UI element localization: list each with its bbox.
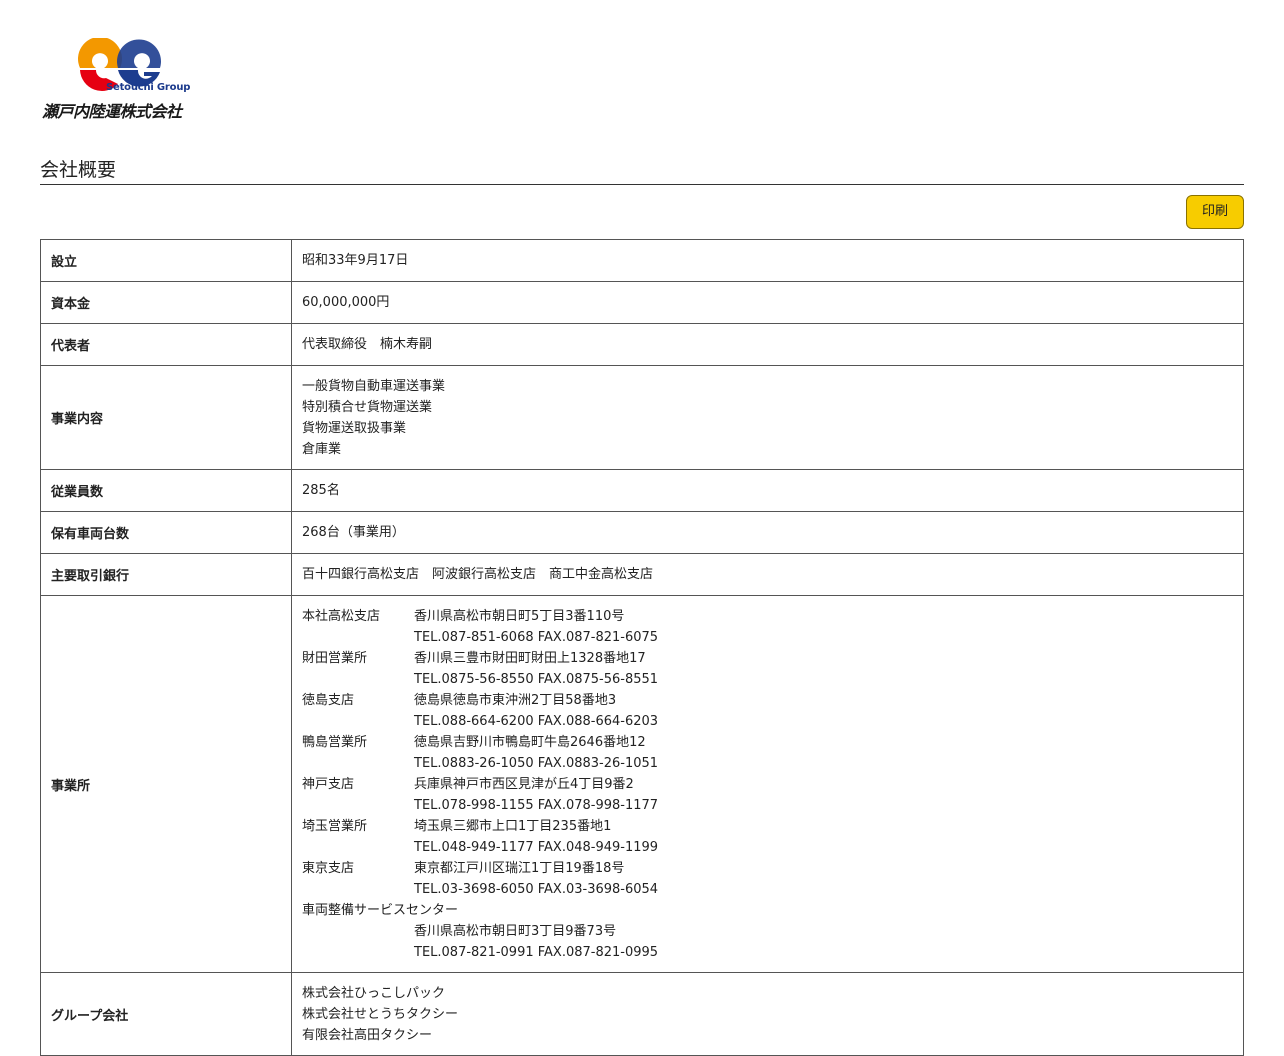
list-item: 倉庫業 [302,442,342,457]
office-item: 神戸支店 兵庫県神戸市西区見津が丘4丁目9番2 TEL.078-998-1155 … [302,774,1233,816]
office-name: 鴨島営業所 [302,735,368,750]
office-address: 兵庫県神戸市西区見津が丘4丁目9番2 [414,777,634,792]
office-tel: TEL.088-664-6200 FAX.088-664-6203 [414,714,659,729]
table-row-business: 事業内容 一般貨物自動車運送事業 特別積合せ貨物運送業 貨物運送取扱事業 倉庫業 [40,365,1244,470]
office-address: 徳島県徳島市東沖洲2丁目58番地3 [414,693,617,708]
office-tel: TEL.03-3698-6050 FAX.03-3698-6054 [414,882,659,897]
row-label: 設立 [40,239,292,282]
company-info-table: 設立 昭和33年9月17日 資本金 60,000,000円 代表者 代表取締役 … [40,239,1244,1056]
office-address: 香川県三豊市財田町財田上1328番地17 [414,651,646,666]
office-name: 車両整備サービスセンター [302,903,459,918]
office-tel: TEL.087-821-0991 FAX.087-821-0995 [414,945,659,960]
office-item: 東京支店 東京都江戸川区瑞江1丁目19番18号 TEL.03-3698-6050 … [302,858,1233,900]
row-value: 60,000,000円 [291,281,1244,324]
office-item: 埼玉営業所 埼玉県三郷市上口1丁目235番地1 TEL.048-949-1177 … [302,816,1233,858]
list-item: 株式会社せとうちタクシー [302,1007,459,1022]
office-name: 埼玉営業所 [302,819,368,834]
office-tel: TEL.048-949-1177 FAX.048-949-1199 [414,840,659,855]
row-label: 代表者 [40,323,292,366]
office-item: 財田営業所 香川県三豊市財田町財田上1328番地17 TEL.0875-56-85… [302,648,1233,690]
list-item: 株式会社ひっこしパック [302,986,446,1001]
row-label: 従業員数 [40,469,292,512]
office-tel: TEL.087-851-6068 FAX.087-821-6075 [414,630,659,645]
list-item: 一般貨物自動車運送事業 [302,379,446,394]
row-label: グループ会社 [40,972,292,1056]
office-address: 香川県高松市朝日町3丁目9番73号 [414,924,617,939]
table-row-banks: 主要取引銀行 百十四銀行高松支店 阿波銀行高松支店 商工中金高松支店 [40,553,1244,596]
row-label: 主要取引銀行 [40,553,292,596]
office-item: 徳島支店 徳島県徳島市東沖洲2丁目58番地3 TEL.088-664-6200 F… [302,690,1233,732]
company-profile-page: Setouchi Group 瀬戸内陸運株式会社 会社概要 印刷 設立 昭和33… [0,0,1284,1056]
office-address: 埼玉県三郷市上口1丁目235番地1 [414,819,612,834]
office-name: 神戸支店 [302,777,355,792]
row-label: 事業所 [40,595,292,973]
table-row-vehicles: 保有車両台数 268台（事業用） [40,511,1244,554]
office-item: 鴨島営業所 徳島県吉野川市鴨島町牛島2646番地12 TEL.0883-26-10… [302,732,1233,774]
list-item: 有限会社高田タクシー [302,1028,433,1043]
table-row-established: 設立 昭和33年9月17日 [40,239,1244,282]
list-item: 貨物運送取扱事業 [302,421,407,436]
row-label: 資本金 [40,281,292,324]
office-address: 東京都江戸川区瑞江1丁目19番18号 [414,861,625,876]
office-address: 香川県高松市朝日町5丁目3番110号 [414,609,625,624]
page-title: 会社概要 [40,156,1244,185]
row-value: 268台（事業用） [291,511,1244,554]
office-tel: TEL.078-998-1155 FAX.078-998-1177 [414,798,659,813]
row-value: 代表取締役 楠木寿嗣 [291,323,1244,366]
table-row-employees: 従業員数 285名 [40,469,1244,512]
row-value: 百十四銀行高松支店 阿波銀行高松支店 商工中金高松支店 [291,553,1244,596]
logo-english-text: Setouchi Group [106,82,191,93]
office-address: 徳島県吉野川市鴨島町牛島2646番地12 [414,735,646,750]
table-row-group: グループ会社 株式会社ひっこしパック 株式会社せとうちタクシー 有限会社高田タク… [40,972,1244,1056]
office-item-service-center: 車両整備サービスセンター 香川県高松市朝日町3丁目9番73号 TEL.087-8… [302,900,1233,963]
office-item: 本社高松支店 香川県高松市朝日町5丁目3番110号 TEL.087-851-606… [302,606,1233,648]
row-value: 285名 [291,469,1244,512]
list-item: 特別積合せ貨物運送業 [302,400,433,415]
company-logo: Setouchi Group 瀬戸内陸運株式会社 [40,38,200,122]
row-label: 保有車両台数 [40,511,292,554]
row-value: 一般貨物自動車運送事業 特別積合せ貨物運送業 貨物運送取扱事業 倉庫業 [291,365,1244,470]
print-button[interactable]: 印刷 [1186,195,1244,229]
row-label: 事業内容 [40,365,292,470]
table-row-representative: 代表者 代表取締役 楠木寿嗣 [40,323,1244,366]
office-name: 本社高松支店 [302,609,381,624]
row-value: 株式会社ひっこしパック 株式会社せとうちタクシー 有限会社高田タクシー [291,972,1244,1056]
table-row-offices: 事業所 本社高松支店 香川県高松市朝日町5丁目3番110号 TEL.087-851… [40,595,1244,973]
office-name: 徳島支店 [302,693,355,708]
row-value: 昭和33年9月17日 [291,239,1244,282]
row-value: 本社高松支店 香川県高松市朝日町5丁目3番110号 TEL.087-851-606… [291,595,1244,973]
office-tel: TEL.0875-56-8550 FAX.0875-56-8551 [414,672,659,687]
office-name: 財田営業所 [302,651,368,666]
logo-company-name: 瀬戸内陸運株式会社 [42,102,182,121]
office-tel: TEL.0883-26-1050 FAX.0883-26-1051 [414,756,659,771]
table-row-capital: 資本金 60,000,000円 [40,281,1244,324]
office-name: 東京支店 [302,861,355,876]
